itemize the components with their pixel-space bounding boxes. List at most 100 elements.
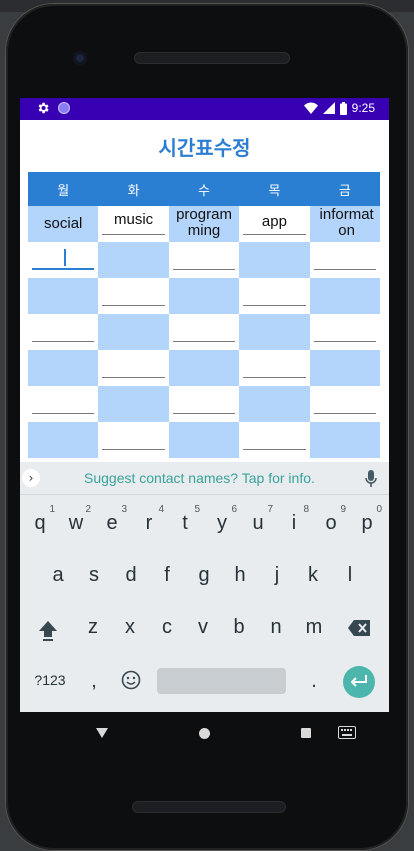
timetable-header: 월 화 수 목 금 — [28, 172, 380, 206]
key-s[interactable]: s — [85, 564, 103, 587]
key-u[interactable]: u7 — [250, 504, 273, 535]
shift-icon[interactable] — [38, 620, 58, 642]
class-cell-input[interactable] — [98, 314, 169, 350]
key-e[interactable]: e3 — [104, 504, 127, 535]
class-cell-input[interactable] — [239, 314, 310, 350]
key-b[interactable]: b — [230, 616, 248, 639]
nav-keyboard-icon[interactable] — [338, 726, 356, 739]
mic-icon[interactable] — [365, 470, 377, 487]
front-camera — [73, 51, 87, 65]
class-cell-input[interactable] — [239, 242, 310, 278]
class-cell-input[interactable] — [98, 350, 169, 386]
emoji-icon[interactable] — [121, 670, 141, 690]
android-nav-bar — [20, 712, 389, 754]
table-row: social music program ming app informat o… — [28, 206, 381, 242]
signal-icon — [322, 102, 335, 114]
class-cell-input[interactable] — [168, 386, 240, 422]
class-cell-input[interactable] — [98, 386, 169, 422]
class-cell-input[interactable] — [168, 314, 240, 350]
key-i[interactable]: i8 — [286, 504, 309, 535]
class-cell-input[interactable] — [239, 386, 310, 422]
class-cell-input[interactable] — [98, 242, 169, 278]
key-x[interactable]: x — [121, 616, 139, 639]
status-time: 9:25 — [351, 101, 375, 115]
wifi-icon — [303, 102, 318, 114]
class-cell-input[interactable] — [309, 350, 381, 386]
class-cell-input[interactable]: app — [239, 206, 310, 242]
key-q[interactable]: q1 — [32, 504, 55, 535]
status-bar: 9:25 — [20, 98, 389, 120]
class-cell-input[interactable] — [28, 422, 99, 458]
class-cell-input[interactable] — [239, 422, 310, 458]
class-cell-input[interactable] — [168, 422, 240, 458]
nav-recents-icon[interactable] — [301, 728, 311, 738]
text-cursor — [64, 249, 66, 266]
day-header-thu: 목 — [268, 183, 281, 199]
enter-icon[interactable] — [343, 666, 375, 698]
key-comma[interactable]: , — [88, 670, 100, 693]
key-w[interactable]: w2 — [68, 504, 91, 535]
class-cell-input[interactable] — [168, 242, 240, 278]
class-cell-input[interactable]: music — [98, 206, 169, 242]
key-l[interactable]: l — [341, 564, 359, 587]
symbols-key[interactable]: ?123 — [30, 672, 70, 688]
key-h[interactable]: h — [231, 564, 249, 587]
table-row — [28, 386, 381, 422]
day-header-tue: 화 — [127, 183, 140, 199]
class-cell-input-focused[interactable] — [28, 242, 99, 278]
key-v[interactable]: v — [194, 616, 212, 639]
key-a[interactable]: a — [49, 564, 67, 587]
soft-keyboard: › Suggest contact names? Tap for info. q… — [20, 462, 389, 712]
class-cell-input[interactable]: social — [28, 206, 99, 242]
contact-suggestion-prompt[interactable]: Suggest contact names? Tap for info. — [84, 470, 315, 486]
gear-icon — [38, 102, 49, 114]
backspace-icon[interactable] — [348, 620, 370, 636]
key-z[interactable]: z — [84, 616, 102, 639]
class-cell-input[interactable] — [28, 350, 99, 386]
day-header-fri: 금 — [338, 183, 351, 199]
circle-icon — [58, 102, 70, 114]
key-c[interactable]: c — [158, 616, 176, 639]
table-row — [28, 278, 381, 314]
key-g[interactable]: g — [195, 564, 213, 587]
class-cell-input[interactable] — [309, 278, 381, 314]
key-period[interactable]: . — [308, 670, 320, 693]
class-cell-input[interactable] — [239, 278, 310, 314]
class-cell-input[interactable] — [239, 350, 310, 386]
table-row — [28, 314, 381, 350]
nav-back-icon[interactable] — [96, 728, 108, 738]
class-cell-input[interactable] — [168, 278, 240, 314]
class-cell-input[interactable] — [309, 386, 381, 422]
key-j[interactable]: j — [268, 564, 286, 587]
class-cell-input[interactable] — [309, 422, 381, 458]
chevron-right-icon[interactable]: › — [22, 469, 40, 487]
battery-icon — [339, 101, 347, 115]
key-y[interactable]: y6 — [214, 504, 237, 535]
class-cell-input[interactable] — [168, 350, 240, 386]
key-n[interactable]: n — [267, 616, 285, 639]
key-p[interactable]: p0 — [359, 504, 382, 535]
day-header-wed: 수 — [198, 183, 210, 199]
class-cell-input[interactable] — [98, 422, 169, 458]
top-speaker — [134, 52, 290, 64]
class-cell-input[interactable] — [28, 314, 99, 350]
key-o[interactable]: o9 — [323, 504, 346, 535]
class-cell-input[interactable] — [28, 278, 99, 314]
suggestion-strip: › Suggest contact names? Tap for info. — [20, 462, 389, 495]
class-cell-input[interactable] — [98, 278, 169, 314]
table-row — [28, 242, 381, 278]
nav-home-icon[interactable] — [199, 728, 210, 739]
key-k[interactable]: k — [304, 564, 322, 587]
class-cell-input[interactable] — [309, 314, 381, 350]
page-title: 시간표수정 — [158, 136, 251, 160]
spacebar[interactable] — [157, 668, 286, 694]
key-d[interactable]: d — [122, 564, 140, 587]
class-cell-input[interactable] — [309, 242, 381, 278]
class-cell-input[interactable] — [28, 386, 99, 422]
key-r[interactable]: r4 — [141, 504, 164, 535]
class-cell-input[interactable]: informat on — [309, 206, 381, 242]
key-f[interactable]: f — [158, 564, 176, 587]
class-cell-input[interactable]: program ming — [168, 206, 240, 242]
key-t[interactable]: t5 — [177, 504, 200, 535]
key-m[interactable]: m — [303, 616, 325, 639]
